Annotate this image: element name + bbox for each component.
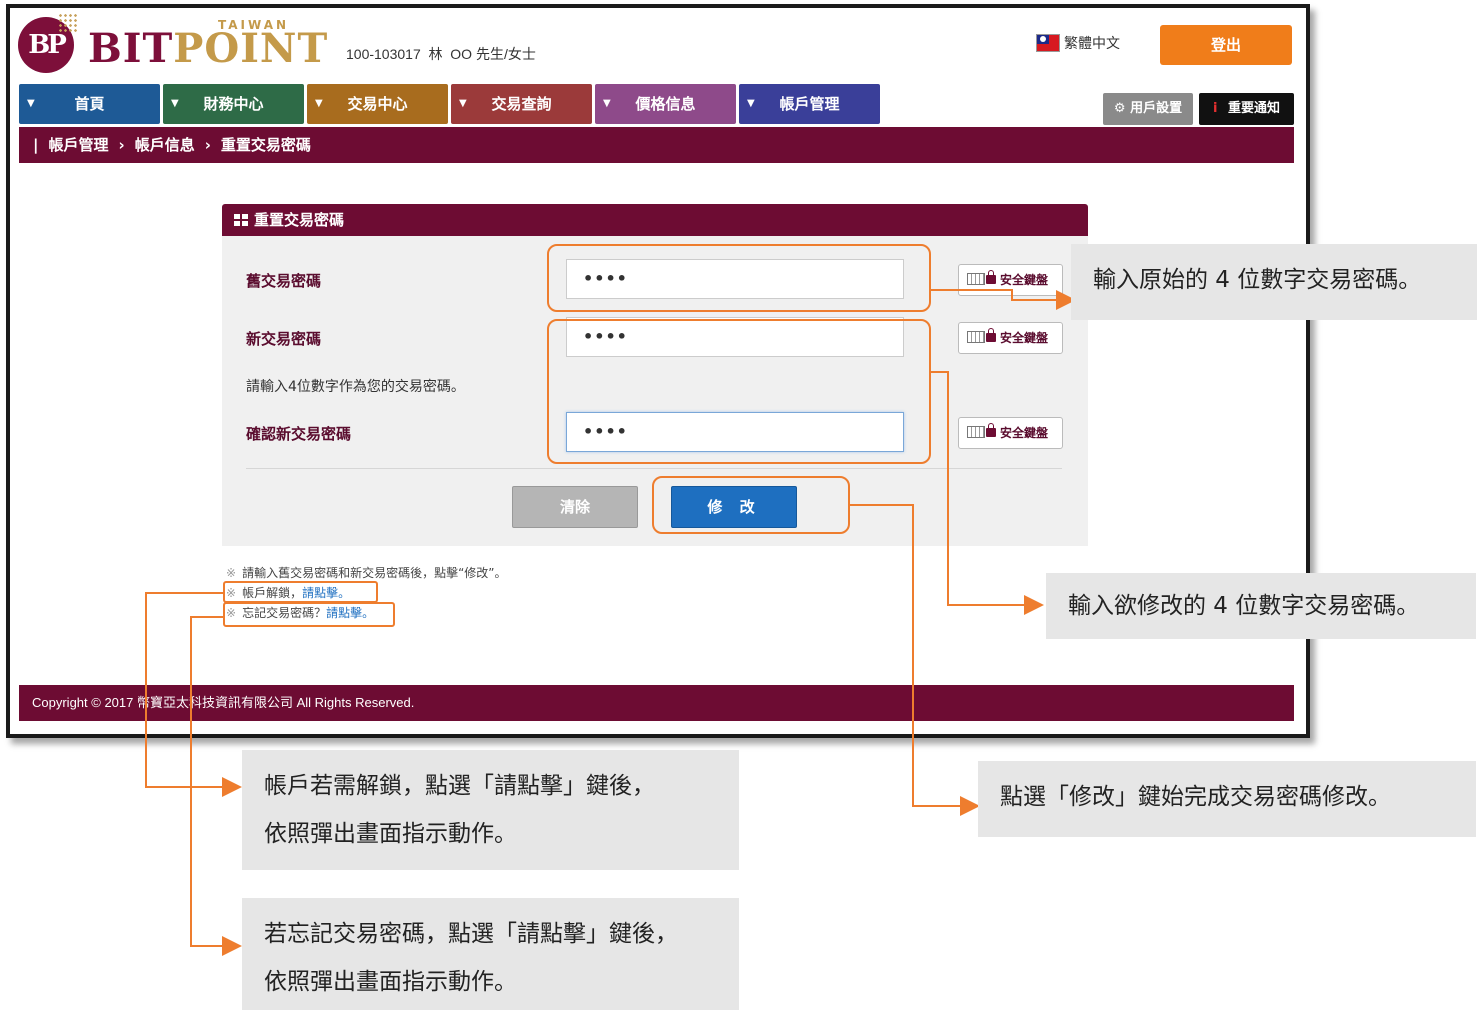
callout-new-password: 輸入欲修改的 4 位數字交易密碼。	[1046, 573, 1476, 639]
callout-unlock: 帳戶若需解鎖，點選「請點擊」鍵後， 依照彈出畫面指示動作。	[242, 750, 739, 870]
connector-modify	[850, 504, 980, 816]
annotation-connectors	[145, 289, 1076, 956]
connector-new-password	[931, 371, 1044, 615]
callout-modify: 點選「修改」鍵始完成交易密碼修改。	[978, 761, 1476, 837]
callout-old-password: 輸入原始的 4 位數字交易密碼。	[1071, 244, 1477, 320]
connector-old-password	[931, 289, 1076, 310]
connector-forgot	[190, 616, 242, 956]
callout-forgot-password: 若忘記交易密碼，點選「請點擊」鍵後， 依照彈出畫面指示動作。	[242, 898, 739, 1010]
